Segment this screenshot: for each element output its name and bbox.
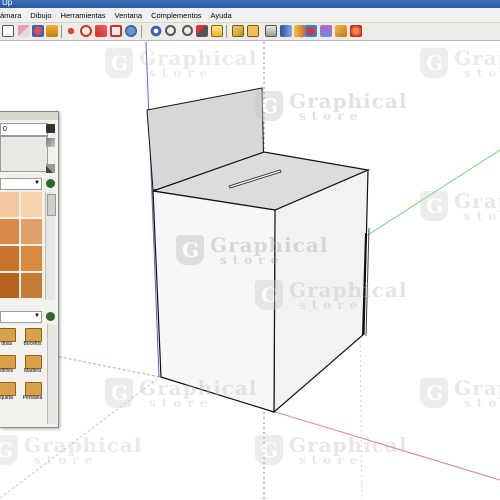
scrollbar-thumb[interactable] — [47, 194, 56, 216]
toolbar-separator — [141, 25, 142, 38]
material-swatch[interactable] — [0, 273, 19, 298]
menu-ventana[interactable]: Ventana — [115, 11, 143, 20]
watermark-logo-icon — [105, 378, 133, 408]
material-library-select[interactable]: ▼ — [0, 178, 42, 190]
chevron-down-icon: ▼ — [34, 180, 40, 186]
rectangle-tool-icon[interactable] — [2, 25, 14, 37]
watermark-logo-icon — [420, 191, 448, 221]
watermark: Graphical store — [255, 276, 406, 316]
material-swatch[interactable] — [21, 246, 42, 271]
scale-tool-icon[interactable] — [110, 25, 122, 37]
material-swatch[interactable] — [21, 192, 42, 217]
eyedropper-icon[interactable] — [46, 164, 55, 173]
folder-item[interactable]: queta — [0, 382, 19, 404]
watermark: Graphical store — [105, 374, 256, 414]
follow-me-icon[interactable] — [95, 25, 107, 37]
shaded-icon[interactable] — [350, 25, 362, 37]
folder-item[interactable]: Bocetos — [20, 328, 45, 350]
orbit-icon[interactable] — [125, 25, 137, 37]
material-swatch[interactable] — [21, 219, 42, 244]
watermark-logo-icon — [105, 48, 133, 78]
watermark: Graphical store — [105, 44, 256, 84]
toolbar-separator — [61, 25, 62, 38]
menu-dibujo[interactable]: Dibujo — [30, 11, 51, 20]
folder-item[interactable]: Madera — [20, 355, 45, 377]
watermark: Graphical store — [0, 431, 141, 471]
scrollbar[interactable] — [45, 192, 56, 300]
front-view-icon[interactable] — [265, 25, 277, 37]
chevron-down-icon: ▼ — [34, 313, 40, 319]
main-toolbar — [0, 23, 500, 41]
watermark: Graphical store — [420, 187, 500, 227]
folder-item[interactable]: dosa — [0, 328, 19, 350]
iso-view-icon[interactable] — [232, 25, 244, 37]
previous-view-icon[interactable] — [211, 25, 223, 37]
watermark: Graphical store — [255, 87, 406, 127]
material-swatch[interactable] — [21, 273, 42, 298]
watermark-logo-icon — [255, 91, 283, 121]
menu-ayuda[interactable]: Ayuda — [211, 11, 232, 20]
zoom-icon[interactable] — [165, 25, 176, 36]
folder-item[interactable]: drillos — [0, 355, 19, 377]
folder-item[interactable]: Persiana — [20, 382, 45, 404]
secondary-library-select[interactable]: ▼ — [0, 311, 42, 323]
rotate-tool-icon[interactable] — [80, 25, 92, 37]
folder-icon — [25, 328, 42, 342]
right-view-icon[interactable] — [280, 25, 292, 37]
wireframe-icon[interactable] — [320, 25, 332, 37]
zoom-extents-icon[interactable] — [196, 25, 208, 37]
folder-icon — [25, 355, 42, 369]
watermark-logo-icon — [420, 378, 448, 408]
material-swatch[interactable] — [0, 219, 19, 244]
window-title: Up — [2, 0, 13, 7]
material-swatch[interactable] — [0, 192, 19, 217]
folder-icon — [0, 328, 16, 342]
watermark: Graphical store — [420, 44, 500, 84]
menu-bar: ámara Dibujo Herramientas Ventana Comple… — [0, 8, 500, 23]
folder-icon — [25, 382, 42, 396]
paint-bucket-icon[interactable] — [32, 25, 44, 37]
eraser-tool-icon[interactable] — [18, 25, 30, 37]
watermark-logo-icon — [420, 48, 448, 78]
panel-title-bar[interactable] — [0, 112, 58, 120]
pan-icon[interactable] — [150, 25, 162, 37]
watermark-logo-icon — [255, 435, 283, 465]
sample-paint-icon[interactable] — [46, 124, 55, 133]
menu-herramientas[interactable]: Herramientas — [61, 11, 106, 20]
watermark: Graphical store — [420, 374, 500, 414]
details-arrow-icon[interactable] — [46, 179, 55, 188]
scrollbar[interactable] — [47, 324, 57, 424]
toolbar-separator — [226, 25, 227, 38]
watermark: Graphical store — [176, 231, 327, 271]
material-preview — [0, 136, 48, 172]
folder-icon — [0, 382, 16, 396]
material-swatch[interactable] — [0, 246, 19, 271]
menu-camara[interactable]: ámara — [0, 11, 21, 20]
watermark-logo-icon — [0, 435, 18, 465]
details-arrow-icon[interactable] — [46, 312, 55, 321]
watermark-logo-icon — [176, 235, 204, 265]
watermark-logo-icon — [255, 280, 283, 310]
zoom-window-icon[interactable] — [182, 25, 193, 36]
materials-panel: 0 ▼ ▼ dosa Bocetos drillos Madera queta — [0, 111, 59, 428]
toolbar-separator — [301, 25, 302, 38]
folder-icon — [0, 355, 16, 369]
material-name-value: 0 — [3, 126, 7, 133]
create-material-icon[interactable] — [46, 138, 55, 147]
watermark: Graphical store — [255, 431, 406, 471]
model-viewport[interactable]: Graphical store Graphical store Graphica… — [0, 41, 500, 500]
xray-icon[interactable] — [305, 25, 317, 37]
move-tool-icon[interactable] — [65, 25, 77, 37]
material-name-field[interactable]: 0 — [0, 123, 48, 136]
top-view-icon[interactable] — [247, 25, 259, 37]
push-pull-icon[interactable] — [46, 25, 58, 37]
menu-complementos[interactable]: Complementos — [151, 11, 201, 20]
title-bar: Up — [0, 0, 500, 8]
hidden-line-icon[interactable] — [335, 25, 347, 37]
